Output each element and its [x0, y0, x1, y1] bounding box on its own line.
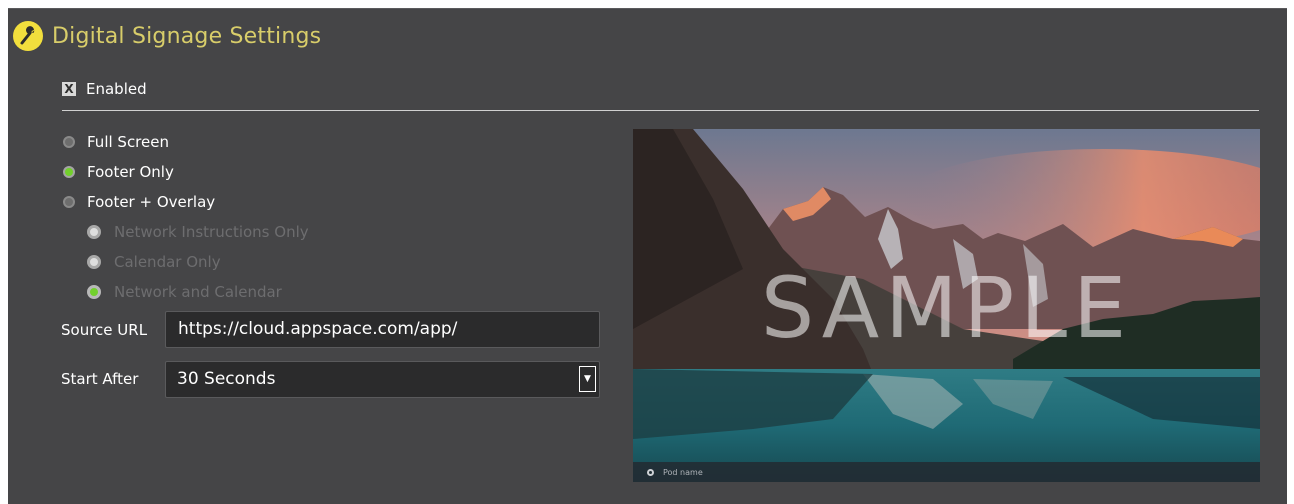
- enabled-label: Enabled: [86, 80, 147, 98]
- pod-name-label: Pod name: [663, 467, 703, 477]
- pod-footer-bar: Pod name: [633, 462, 1260, 482]
- radio-calendar-only[interactable]: Calendar Only: [87, 253, 221, 271]
- radio-label: Full Screen: [87, 133, 169, 151]
- radio-label: Footer + Overlay: [87, 193, 216, 211]
- start-after-label: Start After: [61, 370, 139, 388]
- sample-watermark: SAMPLE: [760, 259, 1133, 357]
- divider: [62, 110, 1259, 111]
- enabled-checkbox-row[interactable]: X Enabled: [62, 80, 147, 98]
- radio-footer-only[interactable]: Footer Only: [63, 163, 174, 181]
- radio-button[interactable]: [63, 136, 75, 148]
- page-title: Digital Signage Settings: [52, 23, 322, 49]
- radio-label: Footer Only: [87, 163, 174, 181]
- radio-button[interactable]: [63, 196, 75, 208]
- start-after-value: 30 Seconds: [177, 369, 276, 389]
- chevron-down-icon[interactable]: ▼: [579, 366, 596, 392]
- radio-button[interactable]: [87, 225, 101, 239]
- panel-header: Digital Signage Settings: [13, 21, 321, 51]
- settings-panel: Digital Signage Settings X Enabled Full …: [8, 8, 1287, 504]
- radio-label: Calendar Only: [114, 253, 221, 271]
- radio-button[interactable]: [63, 166, 75, 178]
- pod-status-icon: [647, 468, 654, 476]
- radio-network-instructions-only[interactable]: Network Instructions Only: [87, 223, 309, 241]
- radio-full-screen[interactable]: Full Screen: [63, 133, 169, 151]
- radio-footer-overlay[interactable]: Footer + Overlay: [63, 193, 215, 211]
- wrench-icon: [13, 21, 43, 51]
- enabled-checkbox[interactable]: X: [62, 82, 76, 96]
- radio-label: Network Instructions Only: [114, 223, 309, 241]
- radio-button[interactable]: [87, 285, 101, 299]
- source-url-label: Source URL: [61, 321, 148, 339]
- radio-label: Network and Calendar: [114, 283, 282, 301]
- source-url-input[interactable]: https://cloud.appspace.com/app/: [165, 311, 600, 348]
- radio-network-and-calendar[interactable]: Network and Calendar: [87, 283, 282, 301]
- radio-button[interactable]: [87, 255, 101, 269]
- preview-image: SAMPLE Pod name: [633, 129, 1260, 482]
- start-after-select[interactable]: 30 Seconds ▼: [165, 361, 600, 398]
